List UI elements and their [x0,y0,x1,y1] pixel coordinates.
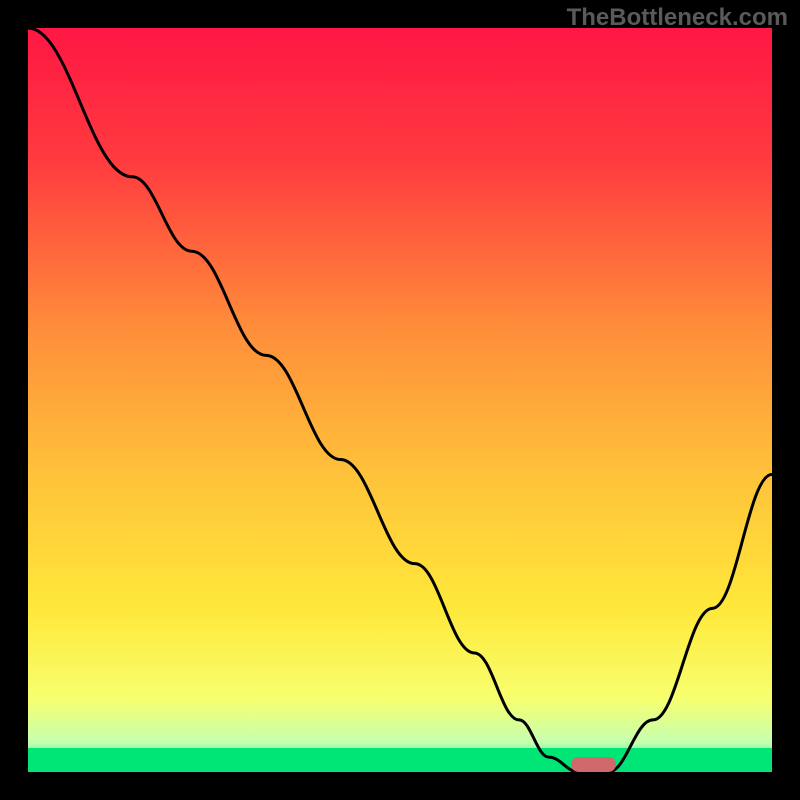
watermark-text: TheBottleneck.com [567,4,788,32]
bottleneck-curve-path [28,28,772,772]
marker-pill [571,757,616,772]
curve-svg [28,28,772,772]
chart-area [28,28,772,772]
